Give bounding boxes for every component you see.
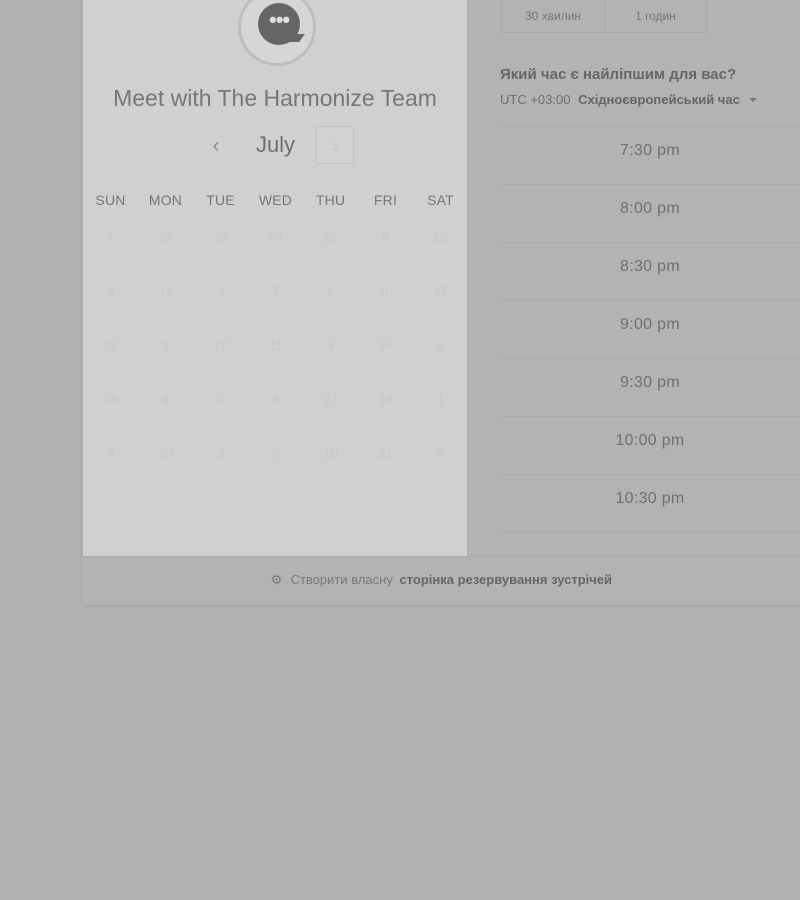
booking-footer: ⚙ Створити власну сторінка резервування …	[82, 556, 800, 606]
next-month-button[interactable]: ›	[316, 126, 354, 164]
weekday-header: SUN MON TUE WED THU FRI SAT	[83, 192, 467, 212]
calendar-day[interactable]: 24	[83, 389, 138, 411]
calendar-day[interactable]: 20	[358, 281, 413, 303]
calendar-day[interactable]: 3	[193, 281, 248, 303]
calendar-day[interactable]: 24	[248, 227, 303, 249]
weekday-tue: TUE	[206, 192, 235, 208]
time-slot-button[interactable]: 10:00 pm	[500, 416, 800, 474]
calendar-day[interactable]: 4	[303, 335, 358, 357]
calendar-day[interactable]: 30	[138, 443, 193, 465]
calendar-day[interactable]: 28	[83, 335, 138, 357]
calendar-day[interactable]: 4	[413, 443, 468, 465]
weekday-thu: THU	[315, 192, 346, 208]
calendar-day[interactable]: 1	[413, 389, 468, 411]
month-label: July	[255, 132, 296, 157]
timezone-selector[interactable]: UTC +03:00 Східноєвропейський час	[500, 92, 790, 110]
footer-text: Створити власну	[290, 572, 393, 587]
footer-strong-text: сторінка резервування зустрічей	[399, 572, 613, 587]
calendar-day[interactable]: 4	[138, 389, 193, 411]
time-slot-button[interactable]: 9:30 pm	[500, 358, 800, 416]
time-slot-button[interactable]: 7:30 pm	[500, 126, 800, 184]
calendar-day[interactable]: 8	[248, 389, 303, 411]
calendar-day[interactable]: 15	[413, 227, 468, 249]
calendar-day[interactable]: 5	[413, 335, 468, 357]
weekday-sun: SUN	[95, 192, 126, 208]
calendar-day[interactable]: 9	[358, 227, 413, 249]
calendar-day[interactable]: 4	[83, 281, 138, 303]
chevron-down-icon	[749, 98, 758, 102]
create-booking-page-link[interactable]: ⚙ Створити власну сторінка резервування …	[270, 557, 612, 603]
hubspot-sprocket-icon: ⚙	[270, 572, 283, 587]
calendar-day[interactable]: 7	[248, 281, 303, 303]
weekday-sat: SAT	[427, 192, 454, 208]
weekday-mon: MON	[148, 192, 183, 208]
calendar-day[interactable]: 17	[413, 281, 468, 303]
calendar-day[interactable]: 10	[303, 443, 358, 465]
calendar-day[interactable]: 16	[358, 335, 413, 357]
time-selection-panel: 30 хвилин 1 годин Який час є найліпшим д…	[468, 0, 800, 556]
calendar-day[interactable]: 15	[138, 281, 193, 303]
time-slot-button[interactable]: 8:30 pm	[500, 242, 800, 300]
month-navigation: ‹ July ›	[83, 126, 467, 168]
duration-30-minutes-tab[interactable]: 30 хвилин	[502, 0, 604, 32]
weekday-wed: WED	[258, 192, 293, 208]
weekday-fri: FRI	[373, 192, 398, 208]
meeting-title: Meet with The Harmonize Team	[113, 85, 437, 111]
time-slot-button[interactable]: 8:00 pm	[500, 184, 800, 242]
calendar-day[interactable]: 11	[248, 335, 303, 357]
calendar-day[interactable]: 26	[138, 227, 193, 249]
calendar-day[interactable]: 8	[83, 443, 138, 465]
calendar-day[interactable]: 22	[303, 227, 358, 249]
calendar-day[interactable]: 31	[358, 443, 413, 465]
calendar-day[interactable]: 7	[83, 227, 138, 249]
timezone-name: Східноєвропейський час	[578, 92, 740, 107]
time-slot-button[interactable]: 10:30 pm	[500, 474, 800, 532]
calendar-day[interactable]: 2	[303, 281, 358, 303]
calendar-day[interactable]: 3	[193, 443, 248, 465]
duration-1-hour-tab[interactable]: 1 годин	[604, 0, 706, 32]
calendar-day[interactable]: 18	[358, 389, 413, 411]
time-question: Який час є найліпшим для вас?	[500, 66, 737, 83]
calendar-day[interactable]: 3	[193, 389, 248, 411]
calendar-day[interactable]: 8	[138, 335, 193, 357]
calendar-day[interactable]: 27	[193, 335, 248, 357]
timezone-offset: UTC +03:00	[500, 92, 571, 107]
ellipsis-icon: •••	[269, 7, 290, 32]
previous-month-button[interactable]: ‹	[197, 126, 235, 164]
calendar-day[interactable]: 27	[303, 389, 358, 411]
calendar-day[interactable]: 9	[248, 443, 303, 465]
calendar-days-grid: 7 26 25 24 22 9 15 4 15 3 7 2 20 17 28 8…	[83, 227, 467, 477]
meeting-booking-page: ••• Meet with The Harmonize Team ‹ July …	[0, 0, 800, 900]
time-slot-button[interactable]: 9:00 pm	[500, 300, 800, 358]
calendar-day[interactable]: 25	[193, 227, 248, 249]
time-slot-list: 7:30 pm 8:00 pm 8:30 pm 9:00 pm 9:30 pm …	[500, 126, 800, 532]
duration-tabs: 30 хвилин 1 годин	[501, 0, 707, 33]
